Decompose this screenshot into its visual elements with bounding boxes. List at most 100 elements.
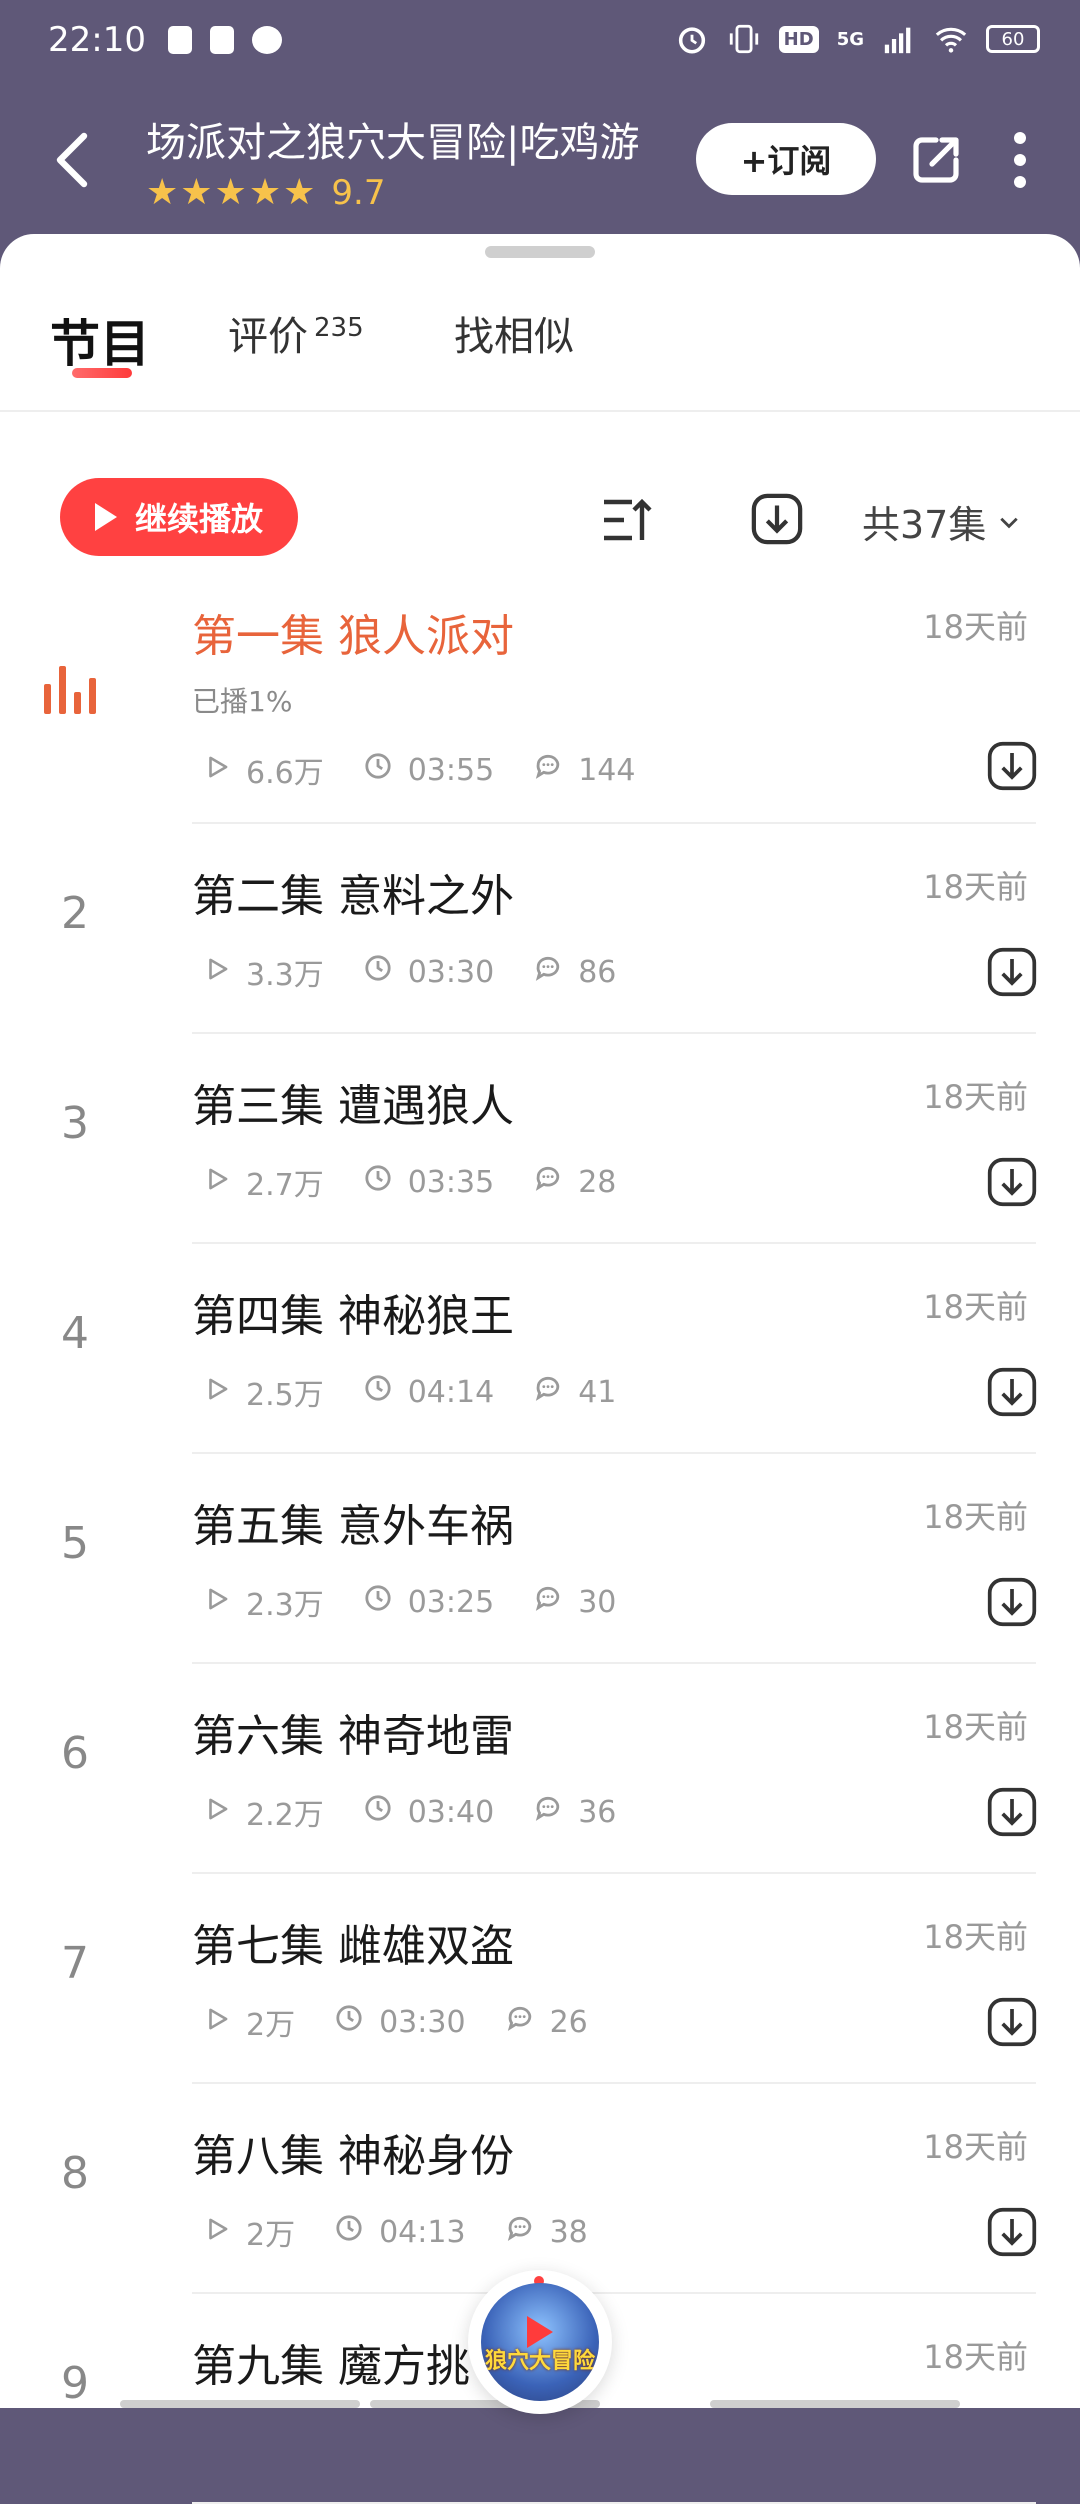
- episode-title[interactable]: 第五集 意外车祸: [192, 1490, 514, 1554]
- episode-title[interactable]: 第三集 遭遇狼人: [192, 1070, 514, 1134]
- mini-player[interactable]: 狼穴大冒险: [468, 2270, 612, 2414]
- battery-level: 60: [1001, 28, 1025, 50]
- episode-item[interactable]: 6 第六集 神奇地雷 18天前 2.2万 03:40 36: [0, 1664, 1080, 1874]
- episode-item[interactable]: 5 第五集 意外车祸 18天前 2.3万 03:25 30: [0, 1454, 1080, 1664]
- episode-index: 3: [61, 1098, 89, 1149]
- episode-item[interactable]: 2 第二集 意料之外 18天前 3.3万 03:30 86: [0, 824, 1080, 1034]
- comment-icon: [534, 1374, 578, 1410]
- clock-icon: [364, 1794, 408, 1830]
- comment-count-value: 144: [578, 752, 636, 788]
- duration-value: 03:30: [379, 2004, 466, 2040]
- download-icon[interactable]: [986, 1576, 1038, 1628]
- status-time: 22:10: [48, 20, 146, 60]
- episode-title[interactable]: 第一集 狼人派对: [192, 600, 514, 664]
- comment-count: 86: [534, 954, 616, 990]
- download-icon[interactable]: [986, 1366, 1038, 1418]
- continue-play-button[interactable]: 继续播放: [60, 478, 298, 556]
- duration: 04:14: [364, 1374, 494, 1410]
- play-count: 6.6万: [204, 748, 324, 792]
- duration-value: 04:13: [379, 2214, 466, 2250]
- album-header: 场派对之狼穴大冒险|吃鸡游 ★★★★★ 9.7 +订阅: [0, 80, 1080, 240]
- episode-item[interactable]: 7 第七集 雌雄双盗 18天前 2万 03:30 26: [0, 1874, 1080, 2084]
- tab-episodes-label: 节目: [50, 315, 150, 373]
- system-icons: HD 5G 60: [675, 22, 1040, 56]
- share-icon[interactable]: [908, 132, 964, 188]
- episode-item[interactable]: 3 第三集 遭遇狼人 18天前 2.7万 03:35 28: [0, 1034, 1080, 1244]
- content-sheet: 节目 评价 235 找相似 继续播放 共37集 第一集 狼人派对 18天前 已播1% …: [0, 234, 1080, 2504]
- duration-value: 04:14: [407, 1374, 495, 1410]
- episode-index: 7: [61, 1938, 89, 1989]
- episode-item[interactable]: 8 第八集 神秘身份 18天前 2万 04:13 38: [0, 2084, 1080, 2294]
- chevron-down-icon: [1000, 517, 1019, 528]
- tab-reviews-label: 评价: [228, 314, 308, 360]
- duration: 03:30: [335, 2004, 466, 2040]
- comment-count-value: 26: [549, 2004, 588, 2040]
- comment-count: 38: [506, 2214, 588, 2250]
- play-count-value: 2.2万: [246, 1798, 324, 1833]
- play-count-icon: [204, 2215, 246, 2250]
- download-icon[interactable]: [986, 1156, 1038, 1208]
- duration: 03:35: [364, 1164, 494, 1200]
- episode-item[interactable]: 第一集 狼人派对 18天前 已播1% 6.6万 03:55 144: [0, 564, 1080, 824]
- back-arrow-icon[interactable]: [52, 130, 92, 190]
- duration: 03:55: [364, 752, 494, 788]
- download-icon[interactable]: [986, 740, 1038, 792]
- duration: 03:30: [364, 954, 494, 990]
- duration: 03:25: [364, 1584, 494, 1620]
- alarm-icon: [678, 27, 705, 54]
- episode-title[interactable]: 第八集 神秘身份: [192, 2120, 514, 2184]
- subscribe-button[interactable]: +订阅: [696, 123, 876, 195]
- play-count: 2.5万: [204, 1370, 324, 1414]
- episode-date: 18天前: [923, 868, 1028, 906]
- clock-icon: [335, 2004, 379, 2040]
- episode-title[interactable]: 第六集 神奇地雷: [192, 1700, 514, 1764]
- play-count: 3.3万: [204, 950, 324, 994]
- review-count-badge: 235: [314, 312, 364, 343]
- duration-value: 03:35: [407, 1164, 495, 1200]
- episode-title[interactable]: 第二集 意料之外: [192, 860, 514, 924]
- episode-title[interactable]: 第四集 神秘狼王: [192, 1280, 514, 1344]
- episode-title[interactable]: 第九集 魔方挑: [192, 2330, 470, 2394]
- download-icon[interactable]: [986, 946, 1038, 998]
- episode-meta: 2.7万 03:35 28: [204, 1160, 656, 1204]
- episode-title[interactable]: 第七集 雌雄双盗: [192, 1910, 514, 1974]
- album-cover: 狼穴大冒险: [481, 2283, 599, 2401]
- episode-count-dropdown[interactable]: 共37集: [862, 494, 1020, 549]
- album-rating: ★★★★★ 9.7: [146, 172, 385, 213]
- rating-score: 9.7: [331, 172, 386, 213]
- star-rating-icon: ★★★★★: [146, 172, 318, 213]
- episode-meta: 6.6万 03:55 144: [204, 748, 675, 792]
- message-icon: [252, 26, 282, 54]
- episode-index: 5: [61, 1518, 89, 1569]
- tab-similar[interactable]: 找相似: [454, 304, 574, 362]
- now-playing-icon: [44, 664, 104, 714]
- tab-bar: 节目 评价 235 找相似: [0, 234, 1080, 412]
- comment-count: 36: [534, 1794, 616, 1830]
- download-icon[interactable]: [986, 1786, 1038, 1838]
- play-count-value: 3.3万: [246, 958, 324, 993]
- comment-icon: [506, 2214, 550, 2250]
- comment-icon: [534, 752, 578, 788]
- comment-count-value: 86: [578, 954, 617, 990]
- clock-icon: [364, 954, 408, 990]
- tab-reviews[interactable]: 评价 235: [228, 304, 364, 362]
- episode-list: 第一集 狼人派对 18天前 已播1% 6.6万 03:55 144 2 第二集 意料之…: [0, 564, 1080, 2504]
- signal-icon: [884, 27, 911, 54]
- tab-episodes[interactable]: 节目: [50, 304, 150, 376]
- download-icon[interactable]: [986, 1996, 1038, 2048]
- sort-order-icon[interactable]: [600, 496, 652, 544]
- more-options-icon[interactable]: [1000, 130, 1040, 190]
- tab-similar-label: 找相似: [454, 314, 574, 360]
- play-progress: 已播1%: [192, 685, 293, 718]
- play-count: 2.3万: [204, 1580, 324, 1624]
- episode-index: 2: [61, 888, 89, 939]
- duration-value: 03:25: [407, 1584, 495, 1620]
- episode-item[interactable]: 4 第四集 神秘狼王 18天前 2.5万 04:14 41: [0, 1244, 1080, 1454]
- duration: 03:40: [364, 1794, 494, 1830]
- download-icon[interactable]: [986, 2206, 1038, 2258]
- bottom-divider: [120, 2400, 360, 2408]
- batch-download-icon[interactable]: [750, 492, 804, 546]
- notification-icon: [168, 26, 192, 54]
- clock-icon: [364, 1584, 408, 1620]
- play-count: 2.2万: [204, 1790, 324, 1834]
